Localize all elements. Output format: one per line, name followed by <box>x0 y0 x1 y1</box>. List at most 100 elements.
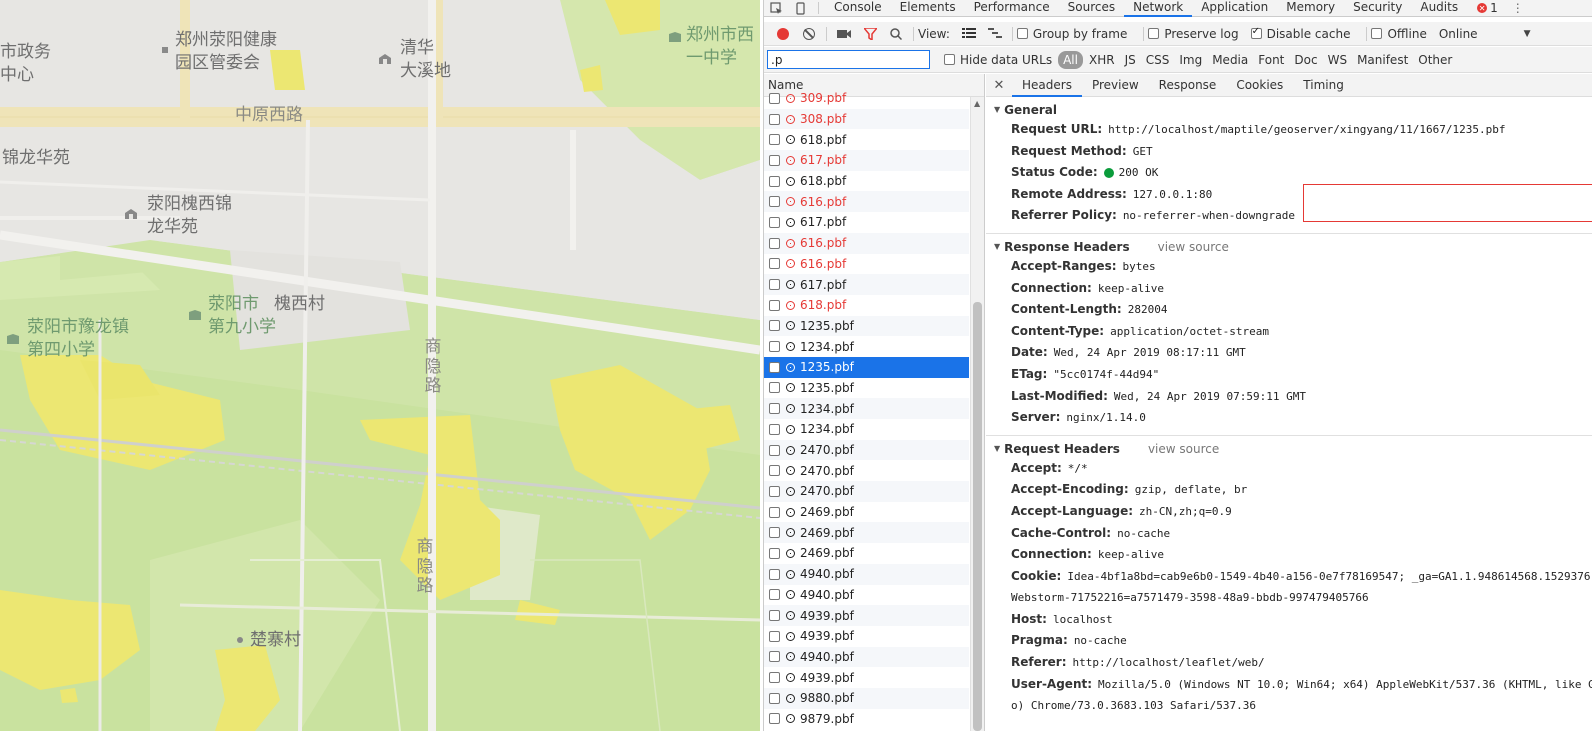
hide-data-urls-checkbox[interactable]: Hide data URLs <box>944 53 1052 67</box>
filter-type-img[interactable]: Img <box>1175 53 1206 67</box>
request-row[interactable]: 9880.pbf <box>764 687 969 709</box>
tab-console[interactable]: Console <box>825 0 891 17</box>
request-row[interactable]: 1234.pbf <box>764 419 969 440</box>
inspect-element-icon[interactable] <box>764 0 788 17</box>
filter-input[interactable] <box>767 50 930 69</box>
close-details-icon[interactable]: ✕ <box>986 78 1012 93</box>
preserve-log-checkbox[interactable]: Preserve log <box>1148 27 1239 41</box>
device-toolbar-icon[interactable] <box>788 0 812 17</box>
checkbox-icon[interactable] <box>769 92 780 104</box>
checkbox-icon[interactable] <box>769 258 780 270</box>
request-row[interactable]: 2470.pbf <box>764 439 969 461</box>
request-row[interactable]: 616.pbf <box>764 232 969 254</box>
large-rows-button[interactable] <box>956 28 982 39</box>
request-row[interactable]: 2469.pbf <box>764 502 969 523</box>
request-row[interactable]: 2470.pbf <box>764 460 969 481</box>
checkbox-icon[interactable] <box>769 547 780 559</box>
checkbox-icon[interactable] <box>769 196 780 208</box>
tab-sources[interactable]: Sources <box>1059 0 1124 17</box>
checkbox-icon[interactable] <box>769 237 780 249</box>
tab-headers[interactable]: Headers <box>1012 74 1082 97</box>
checkbox-icon[interactable] <box>769 134 780 146</box>
view-source-link[interactable]: view source <box>1158 238 1229 256</box>
request-row[interactable]: 618.pbf <box>764 295 969 316</box>
more-options-icon[interactable]: ⋮ <box>1512 1 1524 15</box>
checkbox-icon[interactable] <box>769 279 780 291</box>
request-row[interactable]: 309.pbf <box>764 88 969 109</box>
tab-performance[interactable]: Performance <box>965 0 1059 17</box>
checkbox-icon[interactable] <box>769 113 780 125</box>
checkbox-icon[interactable] <box>769 423 780 435</box>
checkbox-icon[interactable] <box>769 610 780 622</box>
request-headers-toggle[interactable]: ▼ Request Headers view source <box>986 440 1592 458</box>
tab-security[interactable]: Security <box>1344 0 1411 17</box>
map-view[interactable]: 市政务 中心 郑州荥阳健康 园区管委会 清华 大溪地 中原西路 锦龙华苑 荥阳槐西锦 龙华苑 荥阳市… <box>0 0 760 731</box>
request-list-scrollbar[interactable]: ▲ <box>970 97 984 731</box>
request-row[interactable]: 618.pbf <box>764 129 969 150</box>
request-row[interactable]: 616.pbf <box>764 254 969 275</box>
filter-type-media[interactable]: Media <box>1208 53 1252 67</box>
tab-memory[interactable]: Memory <box>1277 0 1344 17</box>
request-row[interactable]: 2470.pbf <box>764 481 969 502</box>
filter-type-ws[interactable]: WS <box>1324 53 1351 67</box>
search-button[interactable] <box>883 27 909 40</box>
checkbox-icon[interactable] <box>769 651 780 663</box>
request-row[interactable]: 4940.pbf <box>764 585 969 606</box>
waterfall-view-button[interactable] <box>982 28 1008 39</box>
request-row[interactable]: 4939.pbf <box>764 667 969 688</box>
record-button[interactable] <box>770 27 796 40</box>
checkbox-icon[interactable] <box>769 341 780 353</box>
filter-type-font[interactable]: Font <box>1254 53 1288 67</box>
tab-network[interactable]: Network <box>1124 0 1193 17</box>
checkbox-icon[interactable] <box>769 403 780 415</box>
error-counter[interactable]: ✕ 1 <box>1477 1 1498 15</box>
request-row[interactable]: 617.pbf <box>764 150 969 171</box>
checkbox-icon[interactable] <box>769 154 780 166</box>
request-row[interactable]: 4940.pbf <box>764 646 969 668</box>
request-row[interactable]: 617.pbf <box>764 212 969 233</box>
general-section-toggle[interactable]: ▼ General <box>986 101 1592 119</box>
request-row[interactable]: 617.pbf <box>764 274 969 295</box>
filter-type-all[interactable]: All <box>1058 50 1083 69</box>
request-row[interactable]: 308.pbf <box>764 108 969 130</box>
request-row[interactable]: 4940.pbf <box>764 563 969 585</box>
request-row[interactable]: 618.pbf <box>764 171 969 192</box>
filter-toggle-button[interactable] <box>857 27 883 40</box>
checkbox-icon[interactable] <box>769 506 780 518</box>
checkbox-icon[interactable] <box>769 527 780 539</box>
checkbox-icon[interactable] <box>769 320 780 332</box>
request-row[interactable]: 4939.pbf <box>764 605 969 626</box>
clear-button[interactable] <box>796 27 822 40</box>
group-by-frame-checkbox[interactable]: Group by frame <box>1016 27 1127 41</box>
checkbox-icon[interactable] <box>769 713 780 725</box>
request-row[interactable]: 1235.pbf <box>764 356 969 378</box>
checkbox-icon[interactable] <box>769 382 780 394</box>
checkbox-icon[interactable] <box>769 672 780 684</box>
filter-type-xhr[interactable]: XHR <box>1085 53 1119 67</box>
checkbox-icon[interactable] <box>769 692 780 704</box>
offline-checkbox[interactable]: Offline <box>1371 27 1427 41</box>
checkbox-icon[interactable] <box>769 630 780 642</box>
tab-elements[interactable]: Elements <box>891 0 965 17</box>
request-row[interactable]: 4939.pbf <box>764 626 969 647</box>
tab-cookies[interactable]: Cookies <box>1226 74 1293 97</box>
filter-type-js[interactable]: JS <box>1121 53 1140 67</box>
request-row[interactable]: 1234.pbf <box>764 398 969 419</box>
tab-audits[interactable]: Audits <box>1411 0 1467 17</box>
checkbox-icon[interactable] <box>769 444 780 456</box>
tab-application[interactable]: Application <box>1192 0 1277 17</box>
request-row[interactable]: 1234.pbf <box>764 336 969 357</box>
checkbox-icon[interactable] <box>769 361 780 373</box>
scrollbar-thumb[interactable] <box>973 302 982 731</box>
tab-response[interactable]: Response <box>1149 74 1227 97</box>
request-row[interactable]: 9879.pbf <box>764 709 969 730</box>
checkbox-icon[interactable] <box>769 465 780 477</box>
filter-type-css[interactable]: CSS <box>1142 53 1174 67</box>
checkbox-icon[interactable] <box>769 568 780 580</box>
request-row[interactable]: 616.pbf <box>764 191 969 213</box>
disable-cache-checkbox[interactable]: Disable cache <box>1250 26 1350 41</box>
checkbox-icon[interactable] <box>769 216 780 228</box>
capture-screenshots-button[interactable] <box>831 28 857 39</box>
request-row[interactable]: 1235.pbf <box>764 378 969 399</box>
tab-preview[interactable]: Preview <box>1082 74 1149 97</box>
